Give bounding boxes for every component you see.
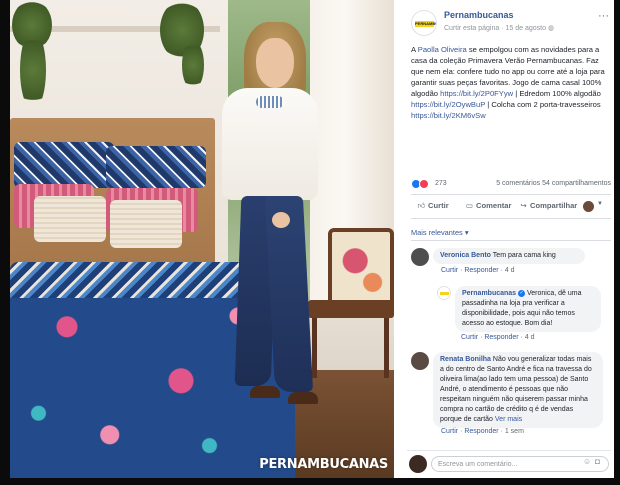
sort-label: Mais relevantes — [411, 228, 463, 237]
divider — [411, 240, 611, 241]
comment-sort-selector[interactable]: Mais relevantes ▾ — [411, 228, 469, 237]
product-link-1[interactable]: https://bit.ly/2P0FYyw — [440, 89, 513, 98]
comment-input-placeholder: Escreva um comentário... — [438, 461, 518, 468]
comment-like-link[interactable]: Curtir — [441, 428, 458, 435]
emoji-icon[interactable]: ☺ — [583, 457, 595, 466]
camera-icon[interactable]: ◘ — [595, 457, 604, 466]
comment-actions: Curtir · Responder · 4 d — [441, 267, 515, 274]
comment-time[interactable]: 4 d — [525, 334, 535, 341]
comment-like-link[interactable]: Curtir — [461, 334, 478, 341]
comment-text: Tem para cama king — [492, 252, 556, 259]
photo-watermark: PERNAMBUCANAS — [259, 457, 388, 472]
post-meta: Curtir esta página · 15 de agosto ◍ — [444, 24, 554, 32]
comment-bubble: Renata Bonilha Não vou generalizar todas… — [433, 352, 603, 428]
photo-plant-hanging — [20, 30, 46, 110]
chevron-down-icon[interactable]: ▼ — [597, 201, 603, 207]
page-reply-avatar[interactable] — [437, 286, 451, 300]
comment-input[interactable]: Escreva um comentário... ☺◘ — [431, 456, 609, 472]
comment-time[interactable]: 1 sem — [505, 428, 524, 435]
post-header: PERNAMBUCANAS Pernambucanas Curtir esta … — [411, 8, 611, 38]
see-more-link[interactable]: Ver mais — [495, 416, 522, 423]
brand-logo-text: PERNAMBUCANAS — [415, 21, 436, 26]
comment-label: Comentar — [476, 201, 512, 210]
current-user-avatar — [409, 455, 427, 473]
post-text-segment: | Colcha com 2 porta-travesseiros — [485, 100, 601, 109]
page-name-link[interactable]: Pernambucanas — [444, 10, 514, 20]
product-link-3[interactable]: https://bit.ly/2KM6vSw — [411, 111, 486, 120]
photo-pillow — [110, 200, 182, 248]
like-label: Curtir — [428, 201, 449, 210]
post-text-segment: A — [411, 45, 418, 54]
comment-reply-link[interactable]: Responder — [464, 267, 498, 274]
photo-pillow — [106, 146, 206, 188]
comment-bubble: Pernambucanas ✓ Veronica, dê uma passadi… — [455, 286, 601, 332]
divider — [411, 194, 611, 195]
product-link-2[interactable]: https://bit.ly/2OywBuP — [411, 100, 485, 109]
comment-bubble: Veronica Bento Tem para cama king — [433, 248, 585, 264]
photo-woman-face — [256, 38, 294, 88]
comment-item: Veronica Bento Tem para cama king Curtir… — [411, 248, 611, 280]
post-text: A Paolla Oliveira se empolgou com as nov… — [411, 44, 609, 121]
write-comment-bar: Escreva um comentário... ☺◘ — [407, 450, 611, 474]
post-photo[interactable]: PERNAMBUCANAS — [10, 0, 394, 478]
photo-chair-leg — [384, 318, 389, 378]
post-text-segment: | Edredom 100% algodão — [513, 89, 601, 98]
comment-item: Renata Bonilha Não vou generalizar todas… — [411, 352, 611, 442]
photo-woman-hand — [272, 212, 290, 228]
photo-chair-seat — [308, 300, 394, 318]
photo-pillow — [34, 196, 106, 242]
comments-shares-count: 5 comentários 54 compartilhamentos — [496, 180, 611, 187]
share-count-link[interactable]: 54 compartilhamentos — [542, 180, 611, 187]
comment-like-link[interactable]: Curtir — [441, 267, 458, 274]
share-icon: ↪ — [520, 201, 527, 210]
screenshot-frame: PERNAMBUCANAS PERNAMBUCANAS Pernambucana… — [10, 0, 614, 478]
comment-reply-link[interactable]: Responder — [484, 334, 518, 341]
photo-chair-back — [328, 228, 394, 308]
comment-actions: Curtir · Responder · 1 sem — [441, 428, 524, 435]
photo-shoe — [288, 392, 318, 404]
photo-shoe — [250, 386, 280, 398]
photo-plant-hanging — [182, 40, 204, 90]
reactions-bar: 273 5 comentários 54 compartilhamentos — [411, 178, 611, 192]
comment-count-link[interactable]: 5 comentários — [496, 180, 540, 187]
commenter-avatar[interactable] — [411, 248, 429, 266]
like-button[interactable]: 👍︎ Curtir — [417, 201, 449, 211]
verified-badge-icon: ✓ — [518, 289, 526, 297]
commenter-name[interactable]: Veronica Bento — [440, 252, 491, 259]
thumbs-up-icon: 👍︎ — [417, 201, 426, 210]
globe-icon: ◍ — [547, 25, 555, 32]
comment-input-icons: ☺◘ — [583, 457, 604, 466]
post-date[interactable]: 15 de agosto — [506, 25, 546, 32]
comment-reply-link[interactable]: Responder — [464, 428, 498, 435]
photo-pillow — [14, 142, 114, 188]
commenter-avatar[interactable] — [411, 352, 429, 370]
follow-page-link[interactable]: Curtir esta página — [444, 25, 499, 32]
comment-button[interactable]: ▭ Comentar — [465, 201, 512, 210]
post-side-panel: PERNAMBUCANAS Pernambucanas Curtir esta … — [399, 0, 614, 478]
share-label: Compartilhar — [530, 201, 578, 210]
photo-blouse-detail — [256, 96, 284, 108]
more-options-icon[interactable]: ··· — [598, 10, 609, 22]
photo-chair — [308, 228, 394, 378]
love-reaction-icon — [419, 179, 429, 189]
photo-chair-leg — [312, 318, 317, 378]
commenter-name[interactable]: Pernambucanas — [462, 290, 516, 297]
comment-time[interactable]: 4 d — [505, 267, 515, 274]
mention-link[interactable]: Paolla Oliveira — [418, 45, 467, 54]
brand-logo-bar — [440, 292, 449, 295]
comment-text: Não vou generalizar todas mais a do cent… — [440, 356, 592, 423]
share-button[interactable]: ↪ Compartilhar — [519, 201, 577, 210]
page-avatar[interactable]: PERNAMBUCANAS — [411, 10, 437, 36]
comment-icon: ▭ — [465, 201, 474, 210]
comment-actions: Curtir · Responder · 4 d — [461, 334, 535, 341]
meta-separator: · — [501, 25, 504, 32]
commenter-name[interactable]: Renata Bonilha — [440, 356, 491, 363]
reaction-count[interactable]: 273 — [435, 180, 447, 187]
post-actions: 👍︎ Curtir ▭ Comentar ↪ Compartilhar ▼ — [411, 198, 611, 216]
chevron-down-icon: ▾ — [464, 228, 469, 237]
divider — [411, 218, 611, 219]
account-avatar-selector[interactable] — [583, 201, 594, 212]
comment-reply-item: Pernambucanas ✓ Veronica, dê uma passadi… — [437, 286, 611, 346]
